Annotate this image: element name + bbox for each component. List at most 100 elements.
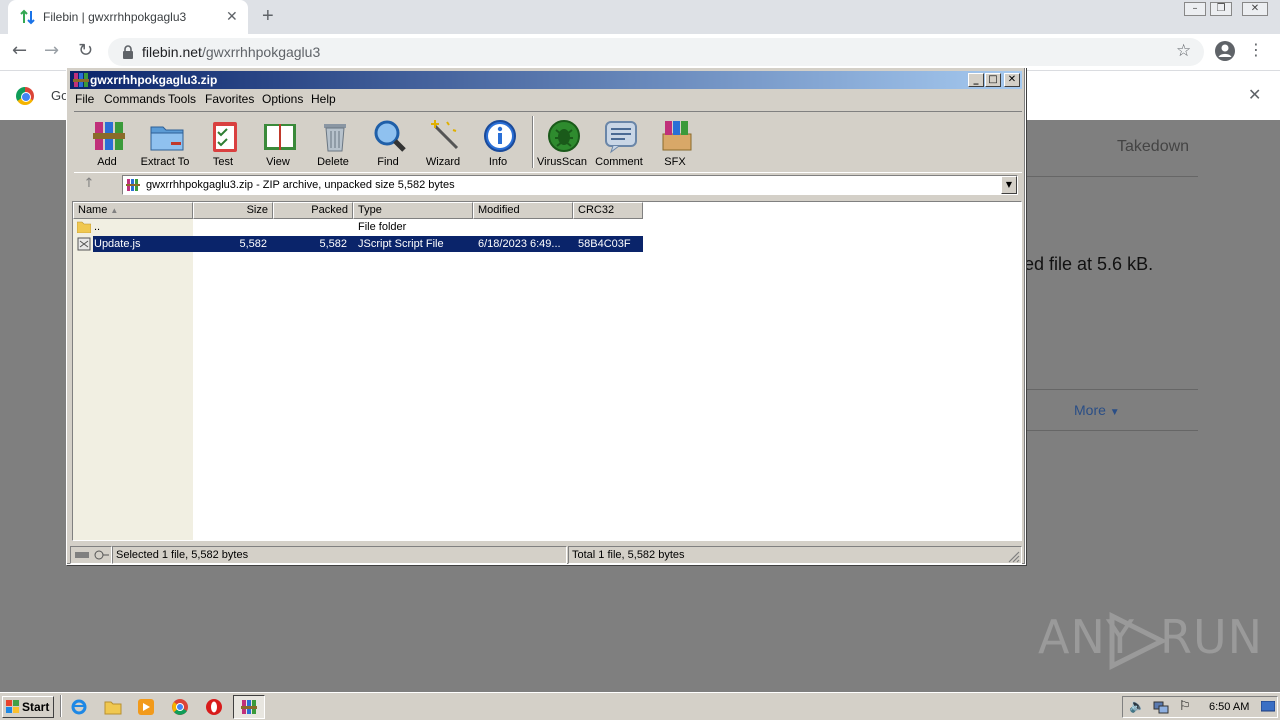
view-book-icon (264, 124, 296, 150)
winrar-titlebar[interactable]: gwxrrhhpokgaglu3.zip _ □ ✕ (70, 71, 1022, 89)
divider (1024, 430, 1198, 431)
chrome-taskbar-icon[interactable] (171, 698, 189, 716)
status-total: Total 1 file, 5,582 bytes (568, 546, 1022, 564)
reload-icon[interactable]: ↻ (78, 40, 93, 61)
find-button[interactable]: Find (360, 114, 416, 170)
browser-menu-icon[interactable]: ⋮ (1248, 40, 1264, 59)
column-size[interactable]: Size (193, 202, 273, 219)
test-clipboard-icon (213, 122, 237, 152)
winrar-title: gwxrrhhpokgaglu3.zip (90, 73, 218, 87)
item-size: 5,582 (239, 238, 267, 250)
forward-icon[interactable]: → (44, 40, 59, 61)
comment-icon (605, 121, 637, 154)
item-crc32: 58B4C03F (578, 238, 631, 250)
column-crc32[interactable]: CRC32 (573, 202, 643, 219)
virusscan-button[interactable]: VirusScan (534, 114, 590, 170)
archive-icon (126, 179, 140, 191)
trash-can-icon (324, 124, 346, 152)
name-column-shade (73, 219, 193, 540)
sfx-button[interactable]: SFX (647, 114, 703, 170)
winrar-taskbar-icon (241, 700, 257, 714)
restore-icon[interactable]: ❐ (1210, 2, 1232, 16)
winrar-maximize-icon[interactable]: □ (985, 73, 1001, 87)
up-one-level-icon[interactable]: ↑ (78, 176, 100, 194)
takedown-link[interactable]: Takedown (1117, 138, 1189, 156)
opera-icon[interactable] (205, 698, 223, 716)
item-name: .. (94, 221, 101, 233)
menu-favorites[interactable]: Favorites (205, 92, 254, 106)
menu-commands[interactable]: Commands (104, 92, 165, 106)
explorer-folder-icon[interactable] (104, 698, 122, 716)
view-button[interactable]: View (250, 114, 306, 170)
url-domain: filebin.net (142, 44, 202, 60)
menu-tools[interactable]: Tools (168, 92, 196, 106)
delete-button[interactable]: Delete (305, 114, 361, 170)
internet-explorer-icon[interactable] (70, 698, 88, 716)
bookmark-star-icon[interactable]: ☆ (1176, 41, 1191, 61)
wizard-button[interactable]: Wizard (415, 114, 471, 170)
info-label: Info (488, 156, 508, 168)
new-tab-icon[interactable]: + (262, 5, 274, 28)
add-button[interactable]: Add (79, 114, 135, 170)
show-desktop-icon[interactable] (1261, 701, 1275, 713)
close-window-icon[interactable]: ✕ (1242, 2, 1268, 16)
caret-down-icon: ▼ (1109, 407, 1120, 418)
close-tab-icon[interactable]: ✕ (226, 8, 238, 25)
winrar-toolbar: Add Extract To Test View Delete Find Wiz… (74, 111, 1022, 173)
virusscan-label: VirusScan (537, 156, 587, 168)
archive-path-combo[interactable]: gwxrrhhpokgaglu3.zip - ZIP archive, unpa… (122, 175, 1018, 195)
filebin-favicon (20, 9, 35, 25)
divider (1024, 176, 1198, 177)
more-dropdown[interactable]: More ▼ (1074, 402, 1120, 418)
menu-file[interactable]: File (75, 92, 94, 106)
volume-icon[interactable]: 🔈 (1129, 699, 1145, 714)
file-list[interactable]: Name ▲ Size Packed Type Modified CRC32 .… (72, 201, 1022, 541)
menu-help[interactable]: Help (311, 92, 336, 106)
menu-options[interactable]: Options (262, 92, 303, 106)
taskbar-winrar-button[interactable] (233, 695, 265, 719)
folder-icon (77, 221, 91, 233)
extract-to-button[interactable]: Extract To (137, 114, 193, 170)
browser-tab-strip: Filebin | gwxrrhhpokgaglu3 ✕ + – ❐ ✕ (0, 0, 1280, 34)
chrome-logo-icon (16, 87, 34, 105)
item-type: File folder (358, 221, 407, 233)
path-dropdown-icon[interactable]: ▼ (1001, 176, 1017, 194)
drive-key-icon (75, 550, 109, 560)
browser-tab[interactable]: Filebin | gwxrrhhpokgaglu3 ✕ (8, 0, 248, 34)
start-button[interactable]: Start (2, 696, 54, 718)
column-type[interactable]: Type (353, 202, 473, 219)
extract-folder-icon (150, 126, 184, 151)
close-infobar-icon[interactable]: ✕ (1248, 85, 1261, 105)
column-name-label: Name (78, 204, 108, 216)
list-header: Name ▲ Size Packed Type Modified CRC32 (73, 202, 1021, 219)
column-modified[interactable]: Modified (473, 202, 573, 219)
lock-icon (123, 45, 133, 59)
magic-wand-icon (431, 120, 459, 150)
test-button[interactable]: Test (195, 114, 251, 170)
account-icon[interactable] (1214, 40, 1236, 62)
url-path: /gwxrrhhpokgaglu3 (201, 44, 321, 60)
flag-icon[interactable]: ⚐ (1179, 699, 1191, 714)
info-button[interactable]: Info (470, 114, 526, 170)
add-archive-icon (93, 122, 125, 150)
minimize-icon[interactable]: – (1184, 2, 1206, 16)
status-selected: Selected 1 file, 5,582 bytes (112, 546, 567, 564)
url-text: filebin.net/gwxrrhhpokgaglu3 (142, 44, 320, 60)
network-icon[interactable] (1153, 700, 1169, 714)
media-player-icon[interactable] (137, 698, 155, 716)
divider (1024, 389, 1198, 390)
column-packed[interactable]: Packed (273, 202, 353, 219)
list-item-update-js[interactable]: Update.js 5,582 5,582 JScript Script Fil… (73, 236, 1021, 252)
clock[interactable]: 6:50 AM (1209, 701, 1249, 713)
winrar-minimize-icon[interactable]: _ (968, 73, 984, 87)
extract-to-label: Extract To (140, 156, 190, 168)
comment-button[interactable]: Comment (591, 114, 647, 170)
list-item-parent[interactable]: .. File folder (73, 219, 1021, 235)
magnifier-icon (374, 120, 406, 152)
resize-grip-icon[interactable] (1008, 551, 1020, 563)
address-bar[interactable]: filebin.net/gwxrrhhpokgaglu3 ☆ (108, 38, 1204, 66)
column-name[interactable]: Name ▲ (73, 202, 193, 219)
tab-title: Filebin | gwxrrhhpokgaglu3 (43, 10, 187, 24)
winrar-close-icon[interactable]: ✕ (1004, 73, 1020, 87)
back-icon[interactable]: ← (12, 40, 27, 61)
